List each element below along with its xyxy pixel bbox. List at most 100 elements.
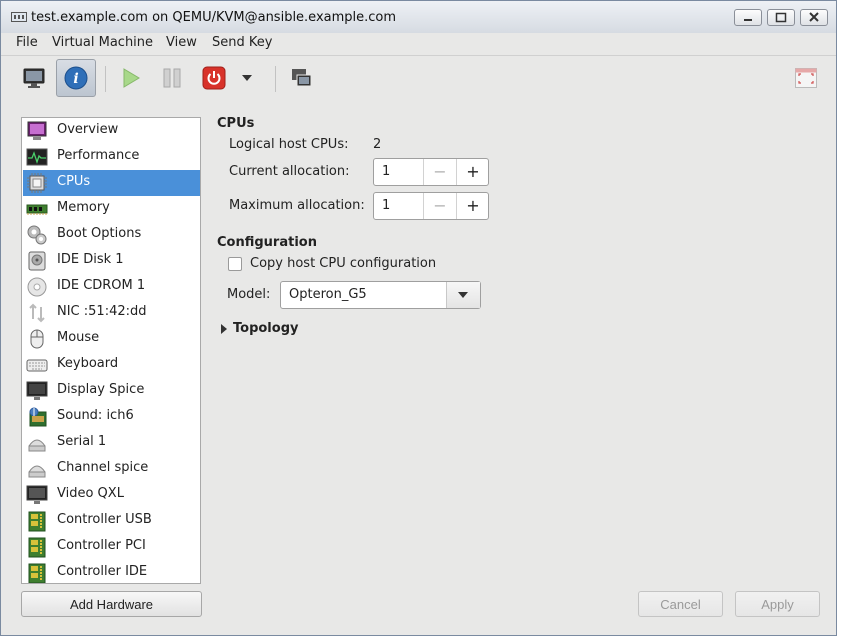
toolbar-separator bbox=[275, 66, 276, 92]
hardware-item-mouse[interactable]: Mouse bbox=[23, 326, 200, 352]
overview-icon bbox=[27, 121, 47, 140]
maximum-allocation-label: Maximum allocation: bbox=[229, 198, 365, 213]
maximum-allocation-decrement-button[interactable]: − bbox=[423, 193, 456, 219]
minimize-button[interactable] bbox=[734, 9, 762, 26]
keyboard-icon bbox=[26, 359, 48, 372]
hardware-item-cpus[interactable]: CPUs bbox=[23, 170, 200, 196]
close-button[interactable] bbox=[800, 9, 828, 26]
pause-icon bbox=[163, 68, 181, 88]
sound-icon bbox=[29, 407, 47, 427]
hardware-item-overview[interactable]: Overview bbox=[23, 118, 200, 144]
copy-host-cpu-checkbox[interactable] bbox=[228, 257, 242, 271]
hardware-item-memory[interactable]: Memory bbox=[23, 196, 200, 222]
hardware-item-ide-cdrom-1[interactable]: IDE CDROM 1 bbox=[23, 274, 200, 300]
toolbar: i bbox=[1, 56, 836, 102]
add-hardware-button[interactable]: Add Hardware bbox=[21, 591, 202, 617]
hardware-item-label: Boot Options bbox=[57, 226, 142, 241]
snapshots-icon bbox=[292, 69, 312, 87]
power-icon bbox=[202, 66, 226, 90]
fullscreen-button[interactable] bbox=[786, 59, 826, 97]
boot-options-icon bbox=[27, 225, 47, 245]
maximize-icon bbox=[775, 12, 787, 23]
snapshots-button[interactable] bbox=[282, 59, 322, 97]
run-icon bbox=[123, 68, 140, 88]
cancel-button[interactable]: Cancel bbox=[638, 591, 723, 617]
cpus-section-title: CPUs bbox=[217, 116, 255, 131]
current-allocation-spinner[interactable]: 1 − + bbox=[373, 158, 489, 186]
hardware-item-label: Serial 1 bbox=[57, 434, 107, 449]
hardware-item-label: NIC :51:42:dd bbox=[57, 304, 147, 319]
hardware-item-boot-options[interactable]: Boot Options bbox=[23, 222, 200, 248]
window-title: test.example.com on QEMU/KVM@ansible.exa… bbox=[31, 10, 397, 25]
current-allocation-increment-button[interactable]: + bbox=[456, 159, 489, 185]
vm-details-window: test.example.com on QEMU/KVM@ansible.exa… bbox=[0, 0, 837, 636]
hardware-item-controller-ide[interactable]: Controller IDE bbox=[23, 560, 200, 583]
title-bar[interactable]: test.example.com on QEMU/KVM@ansible.exa… bbox=[1, 1, 836, 34]
hardware-item-ide-disk-1[interactable]: IDE Disk 1 bbox=[23, 248, 200, 274]
serial-icon bbox=[28, 439, 46, 452]
dropdown-arrow-icon bbox=[242, 75, 252, 81]
performance-icon bbox=[26, 148, 48, 166]
cdrom-icon bbox=[27, 277, 47, 297]
maximum-allocation-increment-button[interactable]: + bbox=[456, 193, 489, 219]
menu-send-key[interactable]: Send Key bbox=[210, 35, 274, 50]
menu-view[interactable]: View bbox=[164, 35, 199, 50]
hardware-item-display-spice[interactable]: Display Spice bbox=[23, 378, 200, 404]
hardware-item-controller-pci[interactable]: Controller PCI bbox=[23, 534, 200, 560]
hardware-item-label: Controller USB bbox=[57, 512, 152, 527]
apply-button[interactable]: Apply bbox=[735, 591, 820, 617]
controller-icon bbox=[28, 537, 46, 558]
disk-icon bbox=[28, 251, 46, 271]
toolbar-separator bbox=[105, 66, 106, 92]
monitor-icon bbox=[23, 68, 45, 88]
hardware-item-label: Controller IDE bbox=[57, 564, 148, 579]
svg-text:i: i bbox=[73, 71, 78, 87]
cpu-model-combobox[interactable]: Opteron_G5 bbox=[280, 281, 481, 309]
console-button[interactable] bbox=[14, 59, 54, 97]
shutdown-menu-button[interactable] bbox=[232, 59, 262, 97]
menu-file[interactable]: File bbox=[14, 35, 40, 50]
cpu-icon bbox=[27, 173, 47, 193]
menu-virtual-machine[interactable]: Virtual Machine bbox=[50, 35, 155, 50]
configuration-section-title: Configuration bbox=[217, 235, 317, 250]
topology-expander[interactable]: Topology bbox=[233, 321, 298, 336]
hardware-item-nic-51-42-dd[interactable]: NIC :51:42:dd bbox=[23, 300, 200, 326]
current-allocation-label: Current allocation: bbox=[229, 164, 350, 179]
cpu-model-value[interactable]: Opteron_G5 bbox=[289, 287, 367, 302]
shutdown-button[interactable] bbox=[194, 59, 234, 97]
controller-icon bbox=[28, 511, 46, 532]
hardware-item-keyboard[interactable]: Keyboard bbox=[23, 352, 200, 378]
topology-expander-arrow-icon[interactable] bbox=[220, 324, 228, 334]
copy-host-cpu-label[interactable]: Copy host CPU configuration bbox=[250, 256, 436, 271]
run-button[interactable] bbox=[110, 59, 150, 97]
cpu-model-dropdown-button[interactable] bbox=[446, 282, 480, 308]
hardware-item-performance[interactable]: Performance bbox=[23, 144, 200, 170]
maximum-allocation-spinner[interactable]: 1 − + bbox=[373, 192, 489, 220]
model-label: Model: bbox=[227, 287, 271, 302]
hardware-item-label: Controller PCI bbox=[57, 538, 146, 553]
current-allocation-value[interactable]: 1 bbox=[382, 164, 390, 179]
hardware-item-sound-ich6[interactable]: Sound: ich6 bbox=[23, 404, 200, 430]
mouse-icon bbox=[30, 329, 44, 349]
hardware-item-channel-spice[interactable]: Channel spice bbox=[23, 456, 200, 482]
maximum-allocation-value[interactable]: 1 bbox=[382, 198, 390, 213]
pause-button[interactable] bbox=[152, 59, 192, 97]
hardware-item-label: Overview bbox=[57, 122, 119, 137]
memory-icon bbox=[26, 204, 48, 215]
display-icon bbox=[26, 381, 48, 400]
hardware-item-controller-usb[interactable]: Controller USB bbox=[23, 508, 200, 534]
logical-host-cpus-label: Logical host CPUs: bbox=[229, 137, 349, 152]
nic-icon bbox=[29, 303, 45, 323]
maximize-button[interactable] bbox=[767, 9, 795, 26]
info-icon: i bbox=[64, 66, 88, 90]
current-allocation-decrement-button[interactable]: − bbox=[423, 159, 456, 185]
controller-icon bbox=[28, 563, 46, 583]
details-button[interactable]: i bbox=[56, 59, 96, 97]
hardware-item-serial-1[interactable]: Serial 1 bbox=[23, 430, 200, 456]
hardware-item-label: Keyboard bbox=[57, 356, 119, 371]
hardware-list[interactable]: Overview Performance CPUs Memory Boot Option… bbox=[21, 117, 201, 584]
menu-bar: File Virtual Machine View Send Key bbox=[1, 33, 836, 56]
hardware-item-label: Channel spice bbox=[57, 460, 149, 475]
hardware-item-video-qxl[interactable]: Video QXL bbox=[23, 482, 200, 508]
close-icon bbox=[809, 12, 819, 22]
